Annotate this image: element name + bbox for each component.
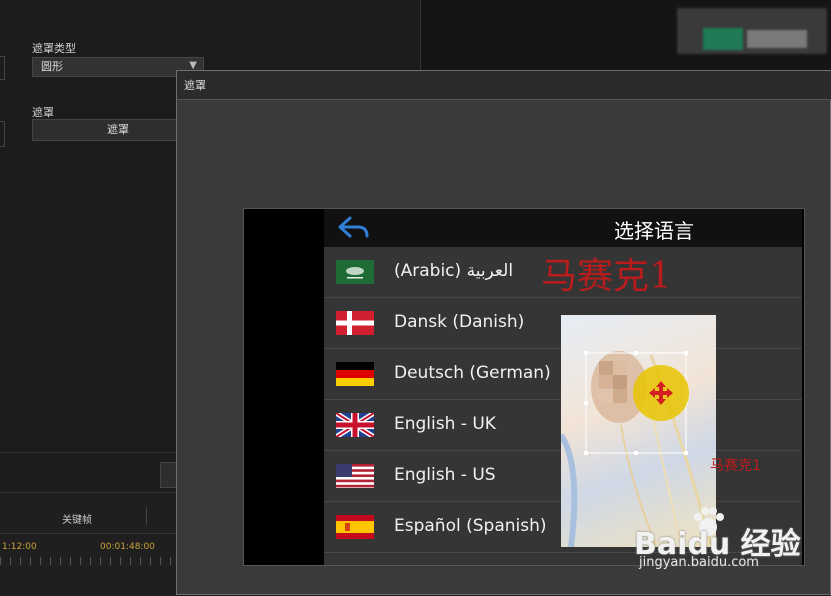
blurred-preview-area — [420, 0, 831, 100]
timecode-left: 1:12:00 — [2, 542, 37, 552]
move-handle-icon[interactable] — [631, 363, 691, 423]
language-label: Deutsch (German) — [394, 363, 551, 383]
mask-label: 遮罩 — [32, 106, 54, 119]
divider — [0, 533, 176, 534]
mosaic-small-label: 马赛克1 — [710, 458, 761, 474]
us-flag-icon — [336, 464, 374, 488]
header-title: 选择语言 — [614, 219, 694, 243]
denmark-flag-icon — [336, 311, 374, 335]
spain-flag-icon — [336, 515, 374, 539]
language-label: Dansk (Danish) — [394, 312, 525, 332]
timecode-right: 00:01:48:00 — [100, 542, 155, 552]
saudi-arabia-flag-icon — [336, 260, 374, 284]
language-label: (Arabic) العربية — [394, 261, 514, 281]
panel-edge-control — [0, 121, 5, 147]
language-label: English - UK — [394, 414, 496, 434]
language-label: English - US — [394, 465, 496, 485]
uk-flag-icon — [336, 413, 374, 437]
panel-edge-control — [0, 56, 5, 80]
blurred-block — [747, 30, 807, 48]
language-label: Español (Spanish) — [394, 516, 547, 536]
app-header: 选择语言 — [324, 209, 802, 247]
back-arrow-icon[interactable] — [336, 215, 370, 239]
dialog-titlebar[interactable]: 遮罩 — [177, 71, 831, 100]
germany-flag-icon — [336, 362, 374, 386]
timeline-panel: 关键帧 1:12:00 00:01:48:00 — [0, 492, 176, 596]
mosaic-overlay-text: 马赛克1 — [541, 256, 672, 297]
baidu-jingyan-watermark: Baidu 经验 jingyan.baidu.com — [634, 505, 829, 595]
dialog-title: 遮罩 — [184, 79, 206, 92]
blurred-block — [703, 28, 743, 50]
timeline-ruler[interactable] — [0, 557, 176, 565]
mask-type-label: 遮罩类型 — [32, 42, 76, 55]
watermark-url: jingyan.baidu.com — [639, 555, 759, 570]
divider — [0, 452, 176, 453]
mask-type-value: 圆形 — [41, 60, 63, 73]
keyframe-label: 关键帧 — [62, 515, 92, 526]
divider — [146, 507, 147, 525]
